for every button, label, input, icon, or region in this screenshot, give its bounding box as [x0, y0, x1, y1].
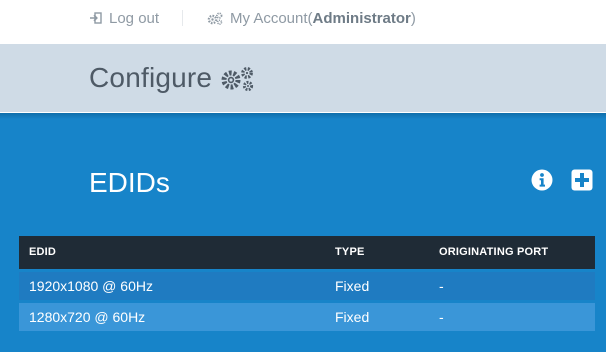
add-edid-button[interactable] [571, 169, 593, 191]
cell-type: Fixed [335, 278, 370, 294]
account-bar-divider [182, 10, 183, 26]
account-role: Administrator [312, 9, 411, 27]
cell-originating-port: - [439, 278, 444, 294]
panel-top-shadow [0, 113, 606, 119]
info-button[interactable] [531, 169, 553, 191]
edids-panel: EDIDs EDID TYPE ORIGINATING PORT 1920x10… [0, 113, 606, 352]
logout-link[interactable]: Log out [88, 8, 159, 28]
gears-icon [207, 11, 223, 25]
plus-icon [571, 169, 593, 195]
my-account-link[interactable]: My Account ( Administrator ) [207, 8, 416, 28]
logout-icon [88, 11, 102, 25]
column-header-edid[interactable]: EDID [29, 236, 56, 269]
table-row[interactable]: 1280x720 @ 60Hz Fixed - [19, 303, 595, 331]
cell-type: Fixed [335, 309, 370, 325]
gears-icon [220, 66, 260, 92]
logout-label: Log out [109, 9, 160, 27]
page: Log out My Account ( Administrator ) Con… [0, 0, 606, 352]
configure-header: Configure [0, 44, 606, 112]
cell-edid: 1920x1080 @ 60Hz [29, 278, 153, 294]
column-header-originating-port[interactable]: ORIGINATING PORT [439, 236, 548, 269]
account-bar: Log out My Account ( Administrator ) [0, 0, 606, 36]
role-close-paren: ) [410, 9, 416, 27]
column-header-type[interactable]: TYPE [335, 236, 365, 269]
my-account-label: My Account [230, 9, 308, 27]
cell-originating-port: - [439, 309, 444, 325]
edid-table: EDID TYPE ORIGINATING PORT 1920x1080 @ 6… [19, 236, 595, 331]
info-icon [531, 169, 553, 195]
section-title: EDIDs [89, 167, 170, 198]
table-header: EDID TYPE ORIGINATING PORT [19, 236, 595, 269]
table-row[interactable]: 1920x1080 @ 60Hz Fixed - [19, 272, 595, 300]
cell-edid: 1280x720 @ 60Hz [29, 309, 146, 325]
page-title: Configure [89, 62, 213, 93]
